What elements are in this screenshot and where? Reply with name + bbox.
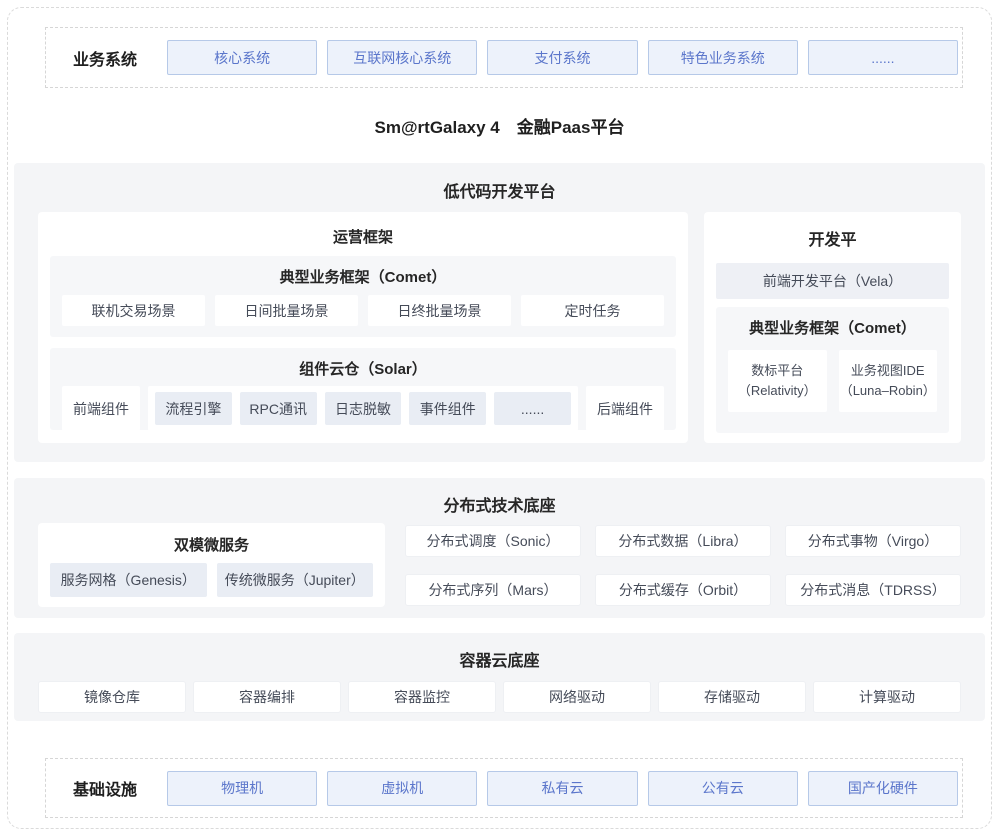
special-business-system-node: 特色业务系统 <box>648 40 798 75</box>
log-masking-node: 日志脱敏 <box>325 392 402 425</box>
private-cloud-node: 私有云 <box>487 771 637 806</box>
comet-framework-box: 典型业务框架（Comet） 联机交易场景 日间批量场景 日终批量场景 定时任务 <box>50 256 676 337</box>
relativity-node-line2: （Relativity） <box>738 381 817 401</box>
dev-platform-box: 开发平 前端开发平台（Vela） 典型业务框架（Comet） 数标平台 （Rel… <box>704 212 961 443</box>
distributed-base-section: 分布式技术底座 双模微服务 服务网格（Genesis） 传统微服务（Jupite… <box>14 478 985 618</box>
solar-ellipsis-node: ...... <box>494 392 571 425</box>
infrastructure-strip: 物理机 虚拟机 私有云 公有云 国产化硬件 <box>167 771 958 806</box>
mars-sequence-node: 分布式序列（Mars） <box>405 574 581 606</box>
tdrss-message-node: 分布式消息（TDRSS） <box>785 574 961 606</box>
distributed-grid: 分布式调度（Sonic） 分布式数据（Libra） 分布式事物（Virgo） 分… <box>405 525 961 606</box>
physical-machine-node: 物理机 <box>167 771 317 806</box>
business-systems-label: 业务系统 <box>46 46 167 70</box>
sonic-scheduler-node: 分布式调度（Sonic） <box>405 525 581 557</box>
comet-framework-title: 典型业务框架（Comet） <box>50 256 676 287</box>
container-base-section: 容器云底座 镜像仓库 容器编排 容器监控 网络驱动 存储驱动 计算驱动 <box>14 633 985 721</box>
dual-mode-box: 双模微服务 服务网格（Genesis） 传统微服务（Jupiter） <box>38 523 385 607</box>
lowcode-platform-section: 低代码开发平台 运营框架 典型业务框架（Comet） 联机交易场景 日间批量场景… <box>14 163 985 462</box>
solar-chip-row: 前端组件 流程引擎 RPC通讯 日志脱敏 事件组件 ...... 后端组件 <box>50 379 676 431</box>
dev-platform-title: 开发平 <box>704 212 961 250</box>
day-batch-node: 日间批量场景 <box>215 295 358 326</box>
network-driver-node: 网络驱动 <box>503 681 651 713</box>
genesis-service-mesh-node: 服务网格（Genesis） <box>50 563 207 597</box>
dev-comet-chip-row: 数标平台 （Relativity） 业务视图IDE （Luna–Robin） <box>716 338 949 412</box>
image-repo-node: 镜像仓库 <box>38 681 186 713</box>
infrastructure-row: 基础设施 物理机 虚拟机 私有云 公有云 国产化硬件 <box>45 758 963 818</box>
architecture-diagram: 业务系统 核心系统 互联网核心系统 支付系统 特色业务系统 ...... Sm@… <box>0 0 999 836</box>
lowcode-platform-title: 低代码开发平台 <box>14 163 985 202</box>
domestic-hardware-node: 国产化硬件 <box>808 771 958 806</box>
backend-component-node: 后端组件 <box>586 386 664 431</box>
process-engine-node: 流程引擎 <box>155 392 232 425</box>
event-component-node: 事件组件 <box>409 392 486 425</box>
orbit-cache-node: 分布式缓存（Orbit） <box>595 574 771 606</box>
rpc-comm-node: RPC通讯 <box>240 392 317 425</box>
infrastructure-label: 基础设施 <box>46 776 167 800</box>
vela-frontend-platform-node: 前端开发平台（Vela） <box>716 263 949 299</box>
business-systems-row: 业务系统 核心系统 互联网核心系统 支付系统 特色业务系统 ...... <box>45 27 963 88</box>
container-base-title: 容器云底座 <box>14 633 985 671</box>
luna-robin-node-line2: （Luna–Robin） <box>840 381 936 401</box>
business-ellipsis-node: ...... <box>808 40 958 75</box>
container-monitor-node: 容器监控 <box>348 681 496 713</box>
eod-batch-node: 日终批量场景 <box>368 295 511 326</box>
luna-robin-node: 业务视图IDE （Luna–Robin） <box>839 350 938 412</box>
public-cloud-node: 公有云 <box>648 771 798 806</box>
solar-warehouse-box: 组件云仓（Solar） 前端组件 流程引擎 RPC通讯 日志脱敏 事件组件 ..… <box>50 348 676 430</box>
distributed-base-title: 分布式技术底座 <box>14 478 985 516</box>
operation-framework-box: 运营框架 典型业务框架（Comet） 联机交易场景 日间批量场景 日终批量场景 … <box>38 212 688 443</box>
frontend-component-node: 前端组件 <box>62 386 140 431</box>
virgo-transaction-node: 分布式事物（Virgo） <box>785 525 961 557</box>
solar-warehouse-title: 组件云仓（Solar） <box>50 348 676 379</box>
virtual-machine-node: 虚拟机 <box>327 771 477 806</box>
storage-driver-node: 存储驱动 <box>658 681 806 713</box>
business-systems-strip: 核心系统 互联网核心系统 支付系统 特色业务系统 ...... <box>167 40 958 75</box>
luna-robin-node-line1: 业务视图IDE <box>851 361 925 381</box>
payment-system-node: 支付系统 <box>487 40 637 75</box>
dev-comet-title: 典型业务框架（Comet） <box>716 307 949 338</box>
dual-mode-chip-row: 服务网格（Genesis） 传统微服务（Jupiter） <box>38 555 385 597</box>
timed-task-node: 定时任务 <box>521 295 664 326</box>
container-orchestration-node: 容器编排 <box>193 681 341 713</box>
container-chip-row: 镜像仓库 容器编排 容器监控 网络驱动 存储驱动 计算驱动 <box>14 671 985 713</box>
platform-title: Sm@rtGalaxy 4 金融Paas平台 <box>0 113 999 143</box>
compute-driver-node: 计算驱动 <box>813 681 961 713</box>
relativity-node-line1: 数标平台 <box>751 361 803 381</box>
jupiter-microservice-node: 传统微服务（Jupiter） <box>217 563 374 597</box>
online-trading-node: 联机交易场景 <box>62 295 205 326</box>
libra-data-node: 分布式数据（Libra） <box>595 525 771 557</box>
relativity-node: 数标平台 （Relativity） <box>728 350 827 412</box>
solar-middle-strip: 流程引擎 RPC通讯 日志脱敏 事件组件 ...... <box>148 386 578 431</box>
internet-core-system-node: 互联网核心系统 <box>327 40 477 75</box>
comet-chip-row: 联机交易场景 日间批量场景 日终批量场景 定时任务 <box>50 287 676 326</box>
dev-comet-box: 典型业务框架（Comet） 数标平台 （Relativity） 业务视图IDE … <box>716 307 949 433</box>
dual-mode-title: 双模微服务 <box>38 523 385 555</box>
core-system-node: 核心系统 <box>167 40 317 75</box>
operation-framework-title: 运营框架 <box>38 212 688 247</box>
